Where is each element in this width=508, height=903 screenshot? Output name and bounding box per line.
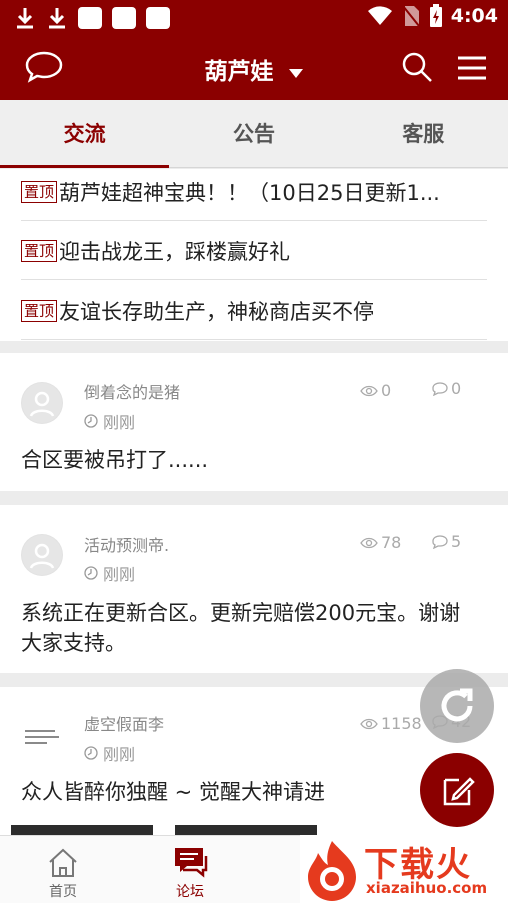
post-username[interactable]: 活动预测帝. — [84, 532, 169, 556]
nav-home-label: 首页 — [49, 884, 77, 900]
forum-icon — [175, 848, 208, 878]
edit-icon — [443, 777, 475, 806]
post-time: 刚刚 — [84, 409, 135, 433]
view-count-text: 0 — [381, 381, 392, 400]
view-count-text: 1158 — [381, 714, 422, 733]
comment-count: 0 — [432, 379, 461, 398]
view-count: 78 — [360, 533, 401, 552]
pinned-badge: 置顶 — [21, 299, 58, 322]
menu-button[interactable] — [456, 54, 488, 82]
menu-icon — [458, 56, 486, 80]
post-time-text: 刚刚 — [103, 745, 136, 764]
pinned-title: 友谊长存助生产，神秘商店买不停 — [59, 299, 375, 324]
pinned-badge: 置顶 — [21, 239, 58, 262]
default-avatar-icon — [22, 383, 62, 423]
clock-icon — [84, 746, 98, 760]
no-sim-icon — [401, 5, 420, 27]
wifi-icon — [367, 6, 392, 25]
battery-charging-icon — [429, 4, 442, 27]
watermark-url: xiazaihuo.com — [366, 879, 488, 897]
watermark: 下载火 xiazaihuo.com — [300, 835, 508, 903]
view-count: 0 — [360, 381, 391, 400]
post-card[interactable]: 活动预测帝. 刚刚 78 5 系统正在更新合区。更新完赔偿200元宝。谢谢大家支… — [0, 505, 508, 673]
tab-discussion[interactable]: 交流 — [0, 100, 170, 168]
eye-icon — [360, 385, 378, 396]
pinned-item[interactable]: 置顶 迎击战龙王，踩楼赢好礼 — [21, 222, 487, 280]
compose-post-button[interactable] — [420, 753, 494, 827]
post-card[interactable]: 倒着念的是猪 刚刚 0 0 合区要被吊打了...... — [0, 353, 508, 491]
avatar[interactable] — [21, 534, 63, 576]
pinned-title: 迎击战龙王，踩楼赢好礼 — [59, 239, 291, 264]
flame-logo-icon — [308, 841, 356, 901]
avatar[interactable] — [21, 715, 63, 757]
comment-count-text: 5 — [451, 532, 462, 551]
comment-count-text: 0 — [451, 379, 462, 398]
user-avatar-image — [21, 715, 63, 757]
post-time-text: 刚刚 — [103, 413, 136, 432]
post-time-text: 刚刚 — [103, 565, 136, 584]
clock: 4:04 — [450, 5, 498, 27]
refresh-icon — [441, 688, 473, 722]
page-title: 葫芦娃 — [204, 59, 274, 85]
pinned-item[interactable]: 置顶 友谊长存助生产，神秘商店买不停 — [21, 282, 487, 340]
post-title[interactable]: 合区要被吊打了...... — [21, 445, 488, 475]
clock-icon — [84, 566, 98, 580]
post-title[interactable]: 众人皆醉你独醒 ~ 觉醒大神请进 — [21, 777, 488, 807]
eye-icon — [360, 537, 378, 548]
view-count: 1158 — [360, 714, 422, 733]
clock-icon — [84, 414, 98, 428]
pinned-title: 葫芦娃超神宝典！！（10日25日更新1... — [59, 180, 440, 205]
post-username[interactable]: 倒着念的是猪 — [84, 379, 180, 403]
app-notification-icon — [112, 7, 136, 29]
download-icon — [49, 8, 65, 29]
search-button[interactable] — [400, 50, 434, 84]
search-icon — [402, 52, 432, 82]
comment-count: 5 — [432, 532, 461, 551]
notification-icons — [14, 6, 170, 30]
default-avatar-icon — [22, 535, 62, 575]
caret-down-icon — [288, 68, 303, 78]
eye-icon — [360, 718, 378, 729]
nav-forum-label: 论坛 — [176, 884, 204, 900]
post-time: 刚刚 — [84, 561, 135, 585]
refresh-button[interactable] — [420, 669, 494, 743]
tab-announcement[interactable]: 公告 — [169, 100, 338, 167]
app-bar: 葫芦娃 — [0, 36, 508, 100]
nav-forum[interactable]: 论坛 — [145, 836, 235, 903]
tab-customer-service[interactable]: 客服 — [339, 100, 508, 167]
home-icon — [49, 848, 77, 877]
pinned-badge: 置顶 — [21, 180, 58, 203]
status-bar: 4:04 — [0, 0, 508, 36]
avatar[interactable] — [21, 382, 63, 424]
comment-icon — [432, 534, 448, 549]
pinned-list: 置顶 葫芦娃超神宝典！！（10日25日更新1... 置顶 迎击战龙王，踩楼赢好礼… — [0, 169, 508, 341]
pinned-item[interactable]: 置顶 葫芦娃超神宝典！！（10日25日更新1... — [21, 163, 487, 221]
post-username[interactable]: 虚空假面李 — [84, 711, 164, 735]
app-notification-icon — [78, 7, 102, 29]
nav-home[interactable]: 首页 — [18, 836, 108, 903]
screen: 4:04 葫芦娃 交流 公告 客服 置顶 葫芦娃超神宝典！！（10日25日更新1… — [0, 0, 508, 903]
app-notification-icon — [146, 7, 170, 29]
view-count-text: 78 — [381, 533, 402, 552]
comment-icon — [432, 381, 448, 396]
download-icon — [17, 8, 33, 29]
post-time: 刚刚 — [84, 741, 135, 765]
post-title[interactable]: 系统正在更新合区。更新完赔偿200元宝。谢谢大家支持。 — [21, 598, 468, 658]
tab-bar: 交流 公告 客服 — [0, 100, 508, 168]
system-icons: 4:04 — [367, 4, 498, 28]
